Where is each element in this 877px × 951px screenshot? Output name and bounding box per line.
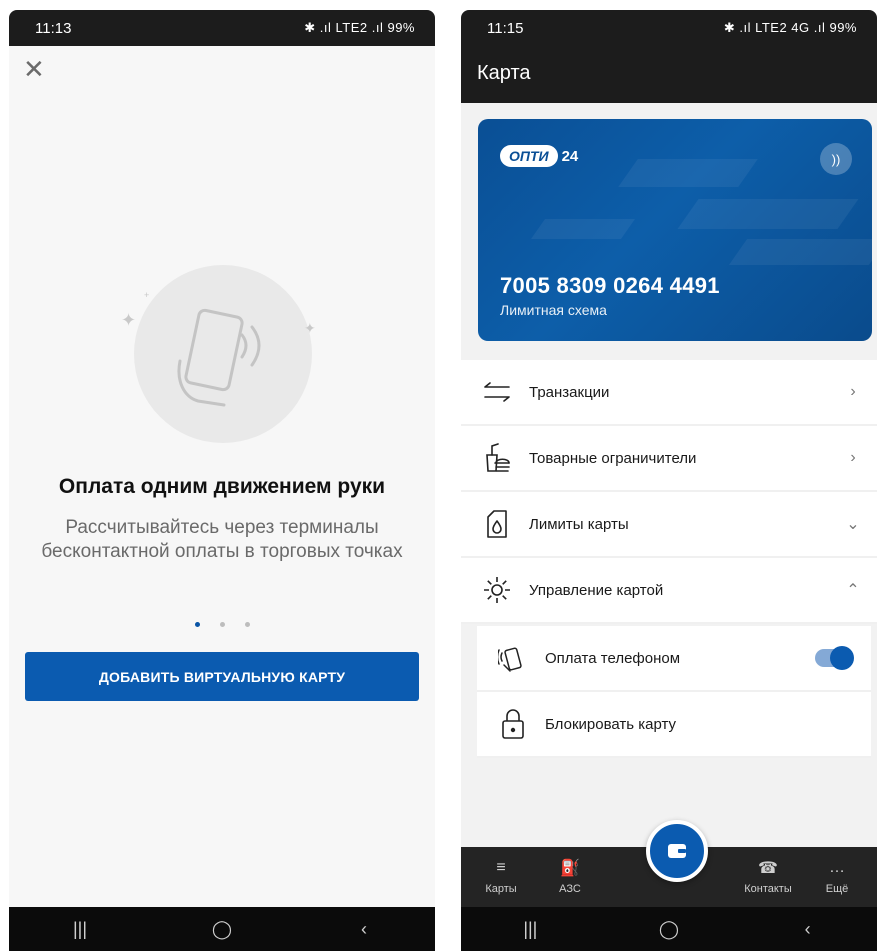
phone-payment-toggle[interactable] xyxy=(815,646,854,670)
page-dot-active xyxy=(194,622,200,627)
status-time: 11:15 xyxy=(487,19,524,37)
tab-label: Ещё xyxy=(825,883,849,895)
tab-label: АЗС xyxy=(559,883,581,895)
status-bar: 11:15 ✱ .ıl LTE2 4G .ıl 99% xyxy=(461,10,877,46)
page-title: Карта xyxy=(477,62,531,84)
contactless-phone-icon xyxy=(495,643,531,673)
status-indicators: ✱ .ıl LTE2 .ıl 99% xyxy=(304,20,415,35)
card-pattern xyxy=(618,159,758,187)
wallet-fab-button[interactable] xyxy=(646,820,708,882)
fuel-pump-icon: ⛽ xyxy=(560,860,580,877)
app-header: 11:15 ✱ .ıl LTE2 4G .ıl 99% Карта xyxy=(461,10,877,103)
menu-item-card-management[interactable]: Управление картой ⌃ xyxy=(461,558,877,624)
logo-number: 24 xyxy=(561,147,579,165)
onboarding-text: Рассчитывайтесь через терминалы бесконта… xyxy=(41,517,403,562)
tab-contacts[interactable]: ☎ Контакты xyxy=(738,847,798,907)
menu-item-transactions[interactable]: Транзакции › xyxy=(461,360,877,426)
card-number: 7005 8309 0264 4491 xyxy=(500,273,720,298)
page-dot xyxy=(219,622,225,627)
menu-item-label: Оплата телефоном xyxy=(545,649,681,667)
tab-cards[interactable]: ≡ Карты xyxy=(471,847,531,907)
nfc-icon: )) xyxy=(820,143,852,175)
contactless-illustration xyxy=(134,265,312,443)
page-indicator xyxy=(9,622,435,627)
page-dot xyxy=(244,622,250,627)
left-screen: 11:13 ✱ .ıl LTE2 .ıl 99% ✕ ✦ ✦ + Оплата … xyxy=(9,10,435,951)
menu-item-block-card[interactable]: Блокировать карту xyxy=(477,692,871,758)
menu-item-label: Товарные ограничители xyxy=(529,449,697,467)
menu-item-card-limits[interactable]: Лимиты карты ⌄ xyxy=(461,492,877,558)
status-time: 11:13 xyxy=(35,19,72,37)
menu-item-product-limits[interactable]: Товарные ограничители › xyxy=(461,426,877,492)
sparkle-icon: ✦ xyxy=(121,310,137,330)
sparkle-icon: + xyxy=(144,290,150,300)
close-icon[interactable]: ✕ xyxy=(23,56,45,82)
system-nav-bar: ||| ◯ ‹ xyxy=(461,907,877,951)
tab-label: Карты xyxy=(485,883,517,895)
card-pattern xyxy=(677,199,859,229)
card-menu: Транзакции › Товарные ограничители › Лим… xyxy=(461,360,877,758)
menu-item-label: Лимиты карты xyxy=(529,515,629,533)
right-screen: 11:15 ✱ .ıl LTE2 4G .ıl 99% Карта ОПТИ 2… xyxy=(461,10,877,951)
tab-label: Контакты xyxy=(744,883,792,895)
chevron-right-icon: › xyxy=(850,449,856,466)
status-bar: 11:13 ✱ .ıl LTE2 .ıl 99% xyxy=(9,10,435,46)
more-icon: … xyxy=(829,859,845,876)
back-button[interactable]: ‹ xyxy=(334,919,394,940)
wallet-icon xyxy=(668,844,686,858)
card-pattern xyxy=(728,239,872,265)
recent-apps-button[interactable]: ||| xyxy=(50,919,110,940)
back-button[interactable]: ‹ xyxy=(778,919,838,940)
fuel-card[interactable]: ОПТИ 24 )) 7005 8309 0264 4491 Лимитная … xyxy=(478,119,872,341)
fuel-can-icon xyxy=(479,509,515,539)
gear-icon xyxy=(479,575,515,605)
card-management-submenu: Оплата телефоном Блокировать карту xyxy=(461,624,877,758)
sparkle-icon: ✦ xyxy=(304,320,316,336)
menu-item-label: Управление картой xyxy=(529,581,664,599)
food-icon xyxy=(479,443,515,473)
chevron-up-icon: ⌃ xyxy=(846,582,860,599)
tab-gas-stations[interactable]: ⛽ АЗС xyxy=(540,847,600,907)
status-indicators: ✱ .ıl LTE2 4G .ıl 99% xyxy=(723,20,857,35)
card-scheme: Лимитная схема xyxy=(500,302,607,318)
lock-icon xyxy=(495,708,531,740)
menu-item-label: Блокировать карту xyxy=(545,715,677,733)
phone-icon: ☎ xyxy=(758,860,778,877)
tab-more[interactable]: … Ещё xyxy=(807,847,867,907)
home-button[interactable]: ◯ xyxy=(192,919,252,940)
chevron-right-icon: › xyxy=(850,383,856,400)
recent-apps-button[interactable]: ||| xyxy=(500,919,560,940)
system-nav-bar: ||| ◯ ‹ xyxy=(9,907,435,951)
arrows-swap-icon xyxy=(479,381,515,403)
menu-item-label: Транзакции xyxy=(529,383,610,401)
menu-item-phone-payment[interactable]: Оплата телефоном xyxy=(477,626,871,692)
chevron-down-icon: ⌄ xyxy=(846,516,860,533)
card-pattern xyxy=(530,219,636,239)
onboarding-title: Оплата одним движением руки xyxy=(58,475,386,498)
cards-icon: ≡ xyxy=(496,859,506,876)
home-button[interactable]: ◯ xyxy=(639,919,699,940)
logo-pill: ОПТИ xyxy=(500,145,558,167)
add-virtual-card-button[interactable]: ДОБАВИТЬ ВИРТУАЛЬНУЮ КАРТУ xyxy=(25,652,419,701)
card-logo: ОПТИ 24 xyxy=(500,145,578,167)
toggle-knob xyxy=(830,646,854,670)
